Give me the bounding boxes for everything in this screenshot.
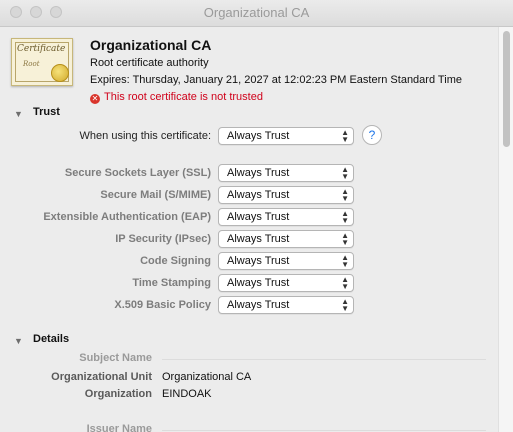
trust-row-label-time-stamping: Time Stamping — [132, 277, 211, 289]
trust-section-title[interactable]: Trust — [33, 106, 60, 118]
trust-row-label-eap: Extensible Authentication (EAP) — [43, 211, 211, 223]
trust-popup-value: Always Trust — [227, 299, 290, 311]
when-using-popup[interactable]: Always Trust ▲ ▼ — [218, 127, 354, 145]
certificate-icon-subtext: Root — [23, 60, 40, 68]
trust-popup-ssl[interactable]: Always Trust ▲ ▼ — [218, 164, 354, 182]
certificate-kind: Root certificate authority — [90, 57, 209, 69]
trust-row-label-ipsec: IP Security (IPsec) — [115, 233, 211, 245]
trust-warning-text: This root certificate is not trusted — [104, 91, 263, 103]
org-unit-value: Organizational CA — [162, 371, 252, 383]
trust-popup-smime[interactable]: Always Trust ▲ ▼ — [218, 186, 354, 204]
trust-popup-value: Always Trust — [227, 189, 290, 201]
trust-disclosure-triangle-icon[interactable]: ▼ — [14, 109, 23, 119]
chevron-updown-icon: ▲ ▼ — [341, 209, 349, 225]
trust-popup-value: Always Trust — [227, 233, 290, 245]
chevron-updown-icon: ▲ ▼ — [341, 297, 349, 313]
trust-row-label-ssl: Secure Sockets Layer (SSL) — [64, 167, 211, 179]
certificate-icon-text: Certificate — [17, 44, 66, 54]
details-disclosure-triangle-icon[interactable]: ▼ — [14, 336, 23, 346]
chevron-updown-icon: ▲ ▼ — [341, 128, 349, 144]
chevron-updown-icon: ▲ ▼ — [341, 275, 349, 291]
issuer-name-header: Issuer Name — [86, 423, 152, 432]
organization-label: Organization — [84, 388, 152, 400]
title-bar: Organizational CA — [0, 0, 513, 27]
chevron-updown-icon: ▲ ▼ — [341, 187, 349, 203]
trust-popup-eap[interactable]: Always Trust ▲ ▼ — [218, 208, 354, 226]
certificate-content: Certificate Root Organizational CA Root … — [0, 27, 498, 432]
trust-popup-value: Always Trust — [227, 211, 290, 223]
window-title: Organizational CA — [203, 5, 310, 20]
trust-row-label-smime: Secure Mail (S/MIME) — [100, 189, 211, 201]
chevron-updown-icon: ▲ ▼ — [341, 165, 349, 181]
vertical-scrollbar[interactable] — [498, 27, 513, 432]
trust-popup-value: Always Trust — [227, 167, 290, 179]
subject-divider — [162, 359, 486, 360]
error-x-icon: ✕ — [90, 94, 100, 104]
organization-value: EINDOAK — [162, 388, 212, 400]
when-using-value: Always Trust — [227, 130, 290, 142]
trust-popup-time-stamping[interactable]: Always Trust ▲ ▼ — [218, 274, 354, 292]
certificate-window: Organizational CA Certificate Root Organ… — [0, 0, 513, 432]
trust-popup-x509[interactable]: Always Trust ▲ ▼ — [218, 296, 354, 314]
trust-row-label-x509: X.509 Basic Policy — [114, 299, 211, 311]
trust-popup-code-signing[interactable]: Always Trust ▲ ▼ — [218, 252, 354, 270]
chevron-updown-icon: ▲ ▼ — [341, 231, 349, 247]
trust-popup-value: Always Trust — [227, 277, 290, 289]
seal-icon — [51, 64, 69, 82]
trust-popup-ipsec[interactable]: Always Trust ▲ ▼ — [218, 230, 354, 248]
certificate-icon: Certificate Root — [11, 38, 73, 86]
issuer-divider — [162, 430, 486, 431]
trust-warning: ✕ This root certificate is not trusted — [90, 91, 263, 104]
details-section-title[interactable]: Details — [33, 333, 69, 345]
scrollbar-thumb[interactable] — [503, 31, 510, 147]
trust-row-label-code-signing: Code Signing — [140, 255, 211, 267]
certificate-expiration: Expires: Thursday, January 21, 2027 at 1… — [90, 74, 462, 86]
subject-name-header: Subject Name — [79, 352, 152, 364]
certificate-name: Organizational CA — [90, 37, 212, 53]
trust-popup-value: Always Trust — [227, 255, 290, 267]
chevron-updown-icon: ▲ ▼ — [341, 253, 349, 269]
help-button[interactable]: ? — [362, 125, 382, 145]
when-using-label: When using this certificate: — [79, 130, 211, 142]
org-unit-label: Organizational Unit — [51, 371, 152, 383]
